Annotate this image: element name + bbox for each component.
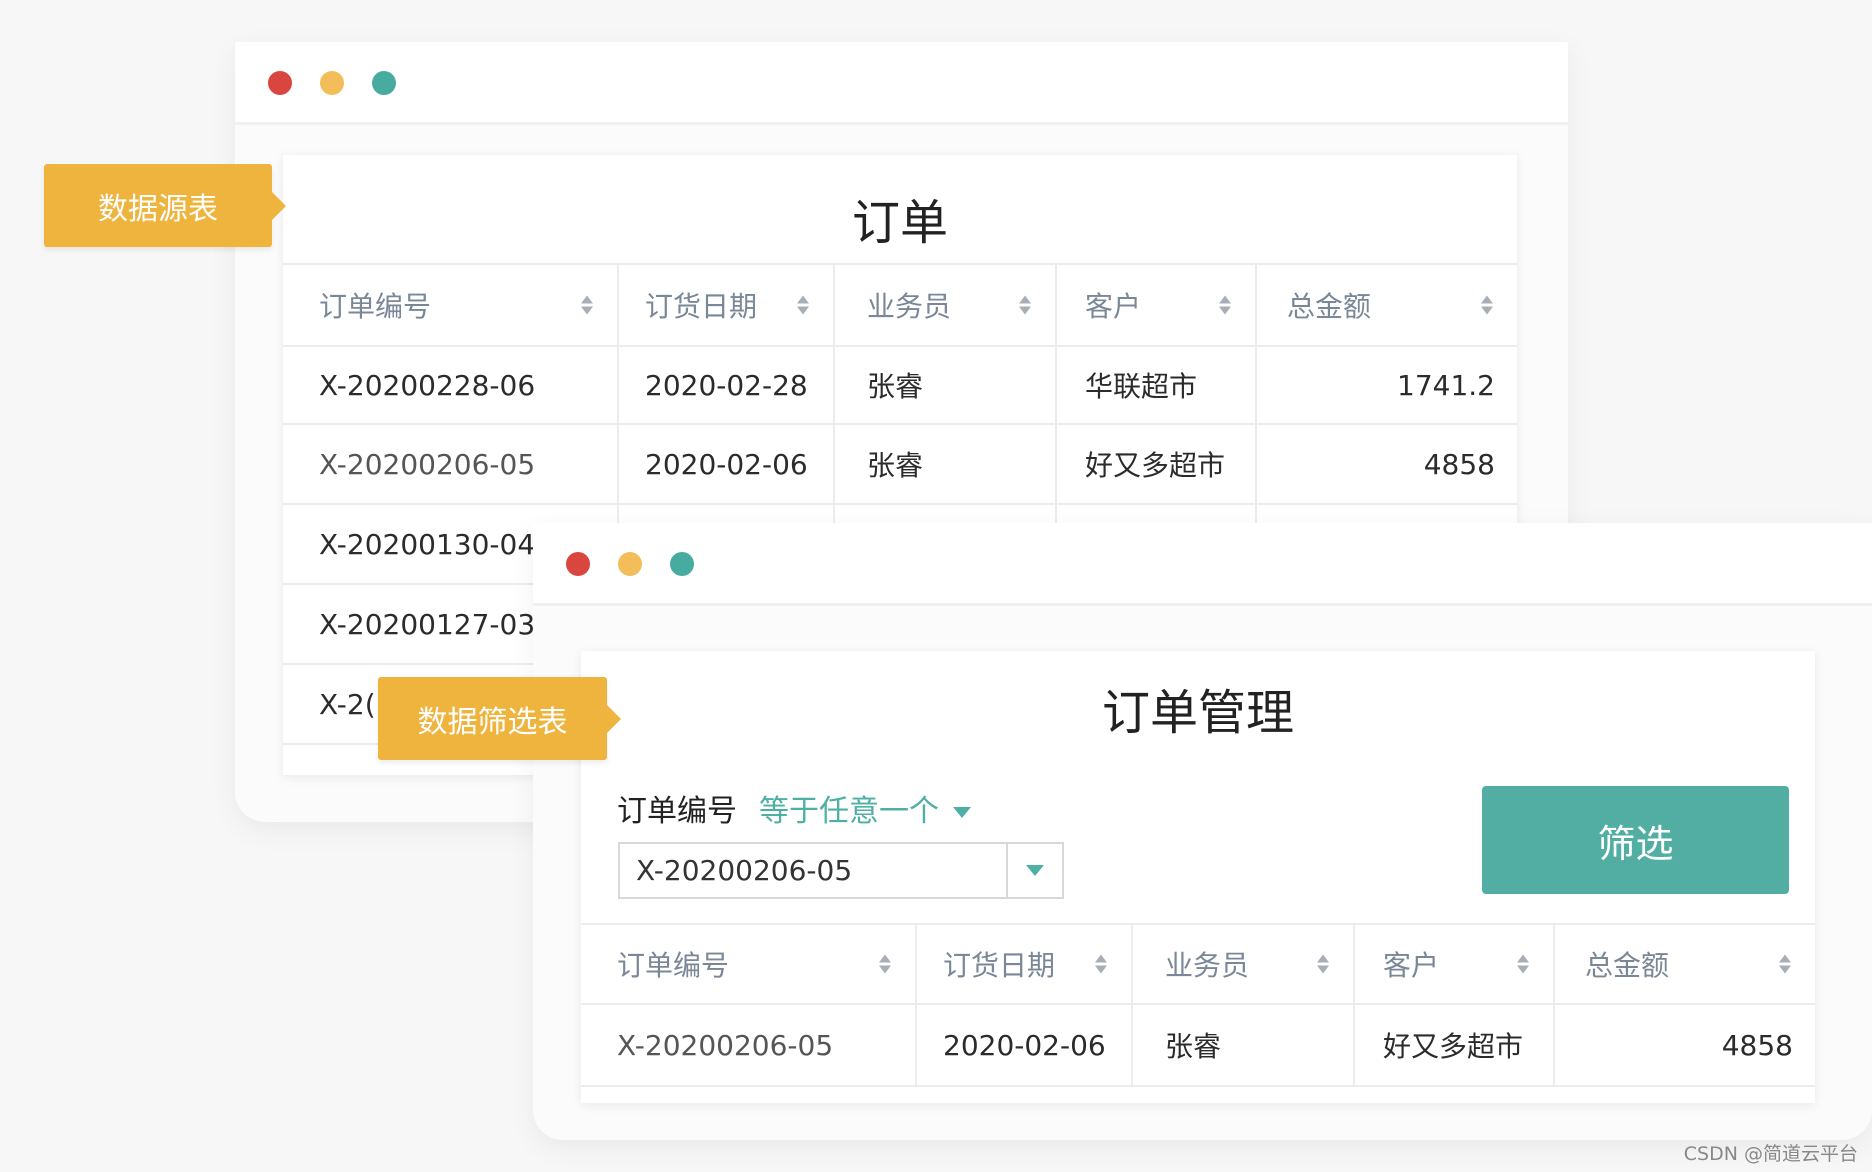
column-header[interactable]: 订货日期: [619, 265, 835, 345]
table-cell: 2020-02-28: [619, 347, 835, 423]
minimize-dot-icon[interactable]: [618, 552, 642, 576]
chevron-down-icon: [953, 807, 971, 818]
source-table-tag-label: 数据源表: [98, 191, 218, 227]
maximize-dot-icon[interactable]: [372, 71, 396, 95]
filter-window: 订单管理 订单编号 等于任意一个 X-20200206-05 筛选 订单编号 订…: [533, 523, 1872, 1140]
filter-window-titlebar: [533, 523, 1872, 606]
sort-icon[interactable]: [1481, 295, 1493, 315]
column-header[interactable]: 业务员: [1133, 925, 1355, 1003]
watermark: CSDN @简道云平台: [1683, 1143, 1858, 1165]
column-header[interactable]: 客户: [1057, 265, 1257, 345]
table-cell: 1741.2: [1397, 368, 1495, 402]
tag-pointer: [272, 191, 286, 220]
table-cell: 4858: [1721, 1028, 1793, 1062]
column-header[interactable]: 订单编号: [283, 265, 619, 345]
source-table-title: 订单: [851, 195, 948, 251]
table-cell: 张睿: [1133, 1005, 1355, 1085]
sort-icon[interactable]: [1779, 954, 1791, 974]
table-cell: X-20200228-06: [283, 347, 619, 423]
sort-icon[interactable]: [1317, 954, 1329, 974]
sort-icon[interactable]: [581, 295, 593, 315]
tag-pointer: [607, 704, 621, 733]
sort-icon[interactable]: [797, 295, 809, 315]
filter-result-table: 订单编号 订货日期 业务员 客户 总金额 X-20200206-05 2020-…: [581, 923, 1815, 1107]
table-cell: 张睿: [835, 425, 1057, 503]
filter-table-tag: 数据筛选表: [378, 677, 621, 760]
table-cell: 好又多超市: [1355, 1005, 1555, 1085]
filter-value-text: X-20200206-05: [636, 854, 853, 887]
source-table-tag: 数据源表: [44, 164, 286, 247]
sort-icon[interactable]: [1095, 954, 1107, 974]
table-cell: 华联超市: [1057, 347, 1257, 423]
filter-button[interactable]: 筛选: [1482, 786, 1789, 894]
sort-icon[interactable]: [1517, 954, 1529, 974]
table-row[interactable]: X-20200228-06 2020-02-28 张睿 华联超市 1741.2: [283, 345, 1517, 423]
column-header[interactable]: 客户: [1355, 925, 1555, 1003]
sort-icon[interactable]: [1019, 295, 1031, 315]
filter-value-dropdown-button[interactable]: [1006, 844, 1062, 897]
filter-table-tag-label: 数据筛选表: [417, 704, 568, 740]
column-header[interactable]: 总金额: [1555, 925, 1815, 1003]
column-header[interactable]: 业务员: [835, 265, 1057, 345]
filter-field-label: 订单编号: [617, 794, 737, 829]
close-dot-icon[interactable]: [566, 552, 590, 576]
maximize-dot-icon[interactable]: [670, 552, 694, 576]
table-row: [581, 1085, 1815, 1107]
table-cell: 2020-02-06: [619, 425, 835, 503]
filter-table-header: 订单编号 订货日期 业务员 客户 总金额: [581, 923, 1815, 1003]
filter-table-title: 订单管理: [1101, 685, 1294, 741]
table-cell: X-20200206-05: [581, 1005, 917, 1085]
column-header[interactable]: 总金额: [1257, 265, 1517, 345]
table-row[interactable]: X-20200206-05 2020-02-06 张睿 好又多超市 4858: [581, 1003, 1815, 1085]
sort-icon[interactable]: [1219, 295, 1231, 315]
source-window-titlebar: [235, 42, 1568, 125]
table-cell: 好又多超市: [1057, 425, 1257, 503]
column-header[interactable]: 订单编号: [581, 925, 917, 1003]
table-cell: 4858: [1423, 447, 1495, 481]
filter-operator-dropdown[interactable]: 等于任意一个: [759, 786, 971, 830]
filter-value-select[interactable]: X-20200206-05: [618, 842, 1064, 899]
sort-icon[interactable]: [879, 954, 891, 974]
chevron-down-icon: [1026, 865, 1044, 876]
source-table-header: 订单编号 订货日期 业务员 客户 总金额: [283, 263, 1517, 345]
table-cell: X-20200206-05: [283, 425, 619, 503]
table-cell: 2020-02-06: [917, 1005, 1133, 1085]
column-header[interactable]: 订货日期: [917, 925, 1133, 1003]
table-cell: 张睿: [835, 347, 1057, 423]
filter-operator-label: 等于任意一个: [759, 794, 939, 829]
close-dot-icon[interactable]: [268, 71, 292, 95]
filter-table-card: 订单管理 订单编号 等于任意一个 X-20200206-05 筛选 订单编号 订…: [581, 651, 1815, 1103]
table-row[interactable]: X-20200206-05 2020-02-06 张睿 好又多超市 4858: [283, 423, 1517, 503]
minimize-dot-icon[interactable]: [320, 71, 344, 95]
